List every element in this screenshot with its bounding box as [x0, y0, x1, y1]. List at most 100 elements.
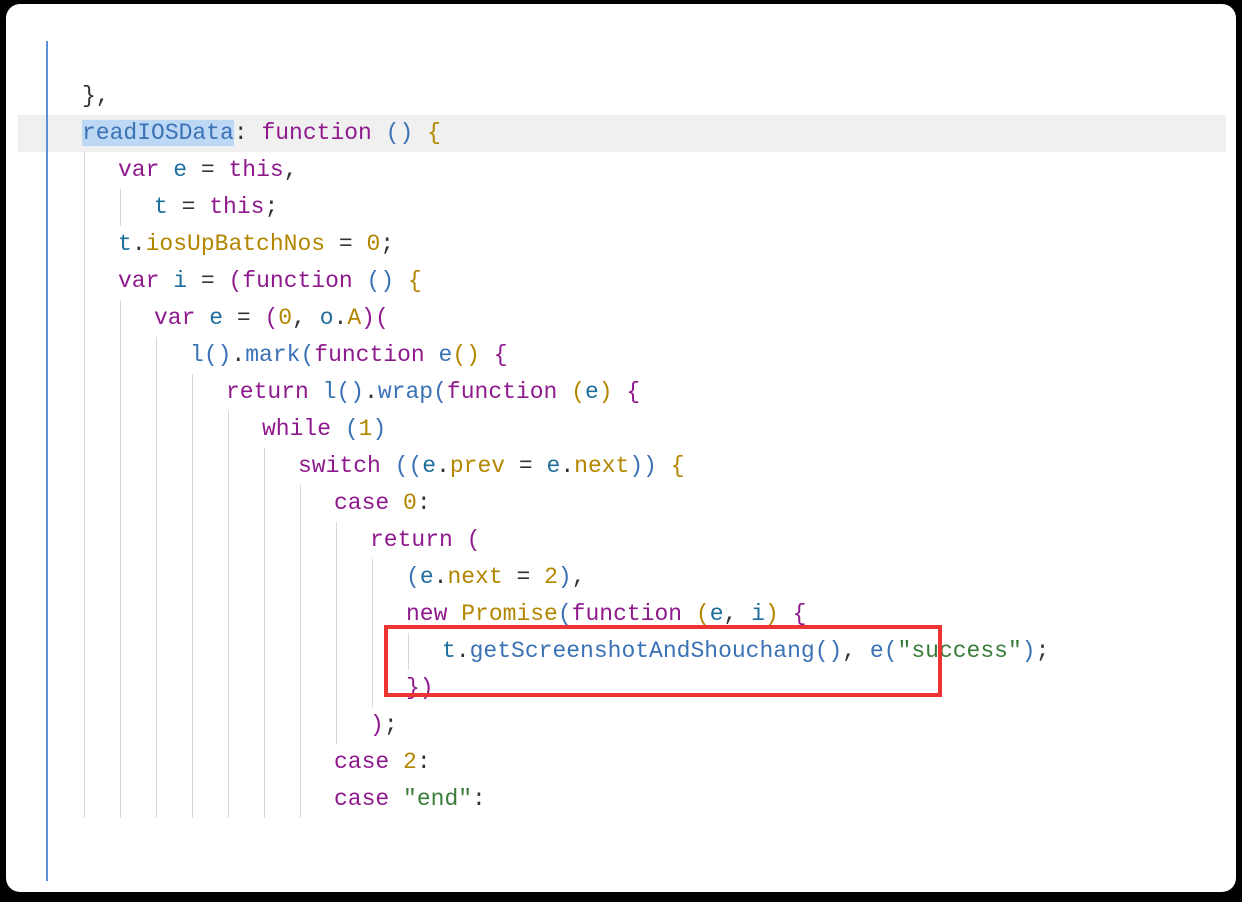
- code-token: 2: [403, 749, 417, 775]
- code-token: .: [560, 453, 574, 479]
- indent-guide: [120, 744, 121, 781]
- indent-guide: [372, 559, 373, 596]
- code-line[interactable]: case 2:: [18, 744, 1226, 781]
- indent-guide: [192, 559, 193, 596]
- indent-guide: [192, 522, 193, 559]
- code-token: ,: [724, 601, 752, 627]
- indent-guide: [156, 411, 157, 448]
- indent-guide: [192, 485, 193, 522]
- indent-guide: [156, 596, 157, 633]
- code-token: 2: [544, 564, 558, 590]
- code-token: i: [173, 268, 187, 294]
- code-token: {: [793, 601, 807, 627]
- code-line[interactable]: );: [18, 707, 1226, 744]
- code-line[interactable]: t.getScreenshotAndShouchang(), e("succes…: [18, 633, 1226, 670]
- code-token: (: [558, 601, 572, 627]
- code-token: ;: [384, 712, 398, 738]
- code-token: next: [447, 564, 502, 590]
- code-token: t: [118, 231, 132, 257]
- indent-guide: [120, 596, 121, 633]
- code-token: [389, 749, 403, 775]
- code-line[interactable]: t.iosUpBatchNos = 0;: [18, 226, 1226, 263]
- code-token: (: [571, 379, 585, 405]
- indent-guide: [264, 448, 265, 485]
- code-token: [425, 342, 439, 368]
- code-token: wrap: [378, 379, 433, 405]
- indent-guide: [228, 707, 229, 744]
- code-line[interactable]: readIOSData: function () {: [18, 115, 1226, 152]
- code-token: var: [118, 157, 159, 183]
- code-token: function: [261, 120, 371, 146]
- indent-guide: [156, 374, 157, 411]
- code-token: "end": [403, 786, 472, 812]
- code-token: function: [447, 379, 557, 405]
- indent-guide: [336, 596, 337, 633]
- code-token: e: [710, 601, 724, 627]
- code-token: ,: [842, 638, 870, 664]
- code-line[interactable]: case 0:: [18, 485, 1226, 522]
- code-token: [309, 379, 323, 405]
- indent-guide: [120, 189, 121, 226]
- code-token: e: [420, 564, 434, 590]
- indent-guide: [84, 226, 85, 263]
- code-token: [682, 601, 696, 627]
- code-token: [453, 527, 467, 553]
- indent-guide: [228, 633, 229, 670]
- code-token: (): [815, 638, 843, 664]
- code-line[interactable]: return l().wrap(function (e) {: [18, 374, 1226, 411]
- code-line[interactable]: return (: [18, 522, 1226, 559]
- code-line[interactable]: l().mark(function e() {: [18, 337, 1226, 374]
- indent-guide: [192, 448, 193, 485]
- code-token: .: [436, 453, 450, 479]
- code-token: ;: [1036, 638, 1050, 664]
- indent-guide: [300, 670, 301, 707]
- code-line[interactable]: while (1): [18, 411, 1226, 448]
- indent-guide: [156, 522, 157, 559]
- code-line[interactable]: new Promise(function (e, i) {: [18, 596, 1226, 633]
- code-line[interactable]: case "end":: [18, 781, 1226, 818]
- indent-guide: [228, 744, 229, 781]
- code-token: (: [406, 564, 420, 590]
- code-token: .: [434, 564, 448, 590]
- indent-guide: [300, 596, 301, 633]
- indent-guide: [84, 522, 85, 559]
- indent-guide: [120, 337, 121, 374]
- code-token: switch: [298, 453, 381, 479]
- code-line[interactable]: var e = (0, o.A)(: [18, 300, 1226, 337]
- code-area[interactable]: },readIOSData: function () {var e = this…: [6, 4, 1236, 892]
- code-token: this: [228, 157, 283, 183]
- code-token: e: [439, 342, 453, 368]
- indent-guide: [120, 522, 121, 559]
- indent-guide: [336, 670, 337, 707]
- indent-guide: [264, 596, 265, 633]
- code-token: (: [696, 601, 710, 627]
- code-token: (: [467, 527, 481, 553]
- indent-guide: [156, 448, 157, 485]
- code-token: 0: [278, 305, 292, 331]
- code-token: {: [626, 379, 640, 405]
- code-line[interactable]: (e.next = 2),: [18, 559, 1226, 596]
- code-token: =: [325, 231, 366, 257]
- code-token: ((: [395, 453, 423, 479]
- indent-guide: [84, 189, 85, 226]
- indent-guide: [228, 411, 229, 448]
- code-token: (: [884, 638, 898, 664]
- code-line[interactable]: switch ((e.prev = e.next)) {: [18, 448, 1226, 485]
- code-token: =: [505, 453, 546, 479]
- code-token: ,: [292, 305, 320, 331]
- code-line[interactable]: var i = (function () {: [18, 263, 1226, 300]
- code-line[interactable]: t = this;: [18, 189, 1226, 226]
- indent-guide: [156, 337, 157, 374]
- code-token: t: [154, 194, 168, 220]
- code-token: next: [574, 453, 629, 479]
- code-line[interactable]: },: [18, 78, 1226, 115]
- code-token: var: [154, 305, 195, 331]
- indent-guide: [84, 263, 85, 300]
- code-line[interactable]: }): [18, 670, 1226, 707]
- code-editor-window[interactable]: },readIOSData: function () {var e = this…: [6, 4, 1236, 892]
- indent-guide: [264, 559, 265, 596]
- indent-guide: [156, 485, 157, 522]
- code-token: =: [187, 268, 228, 294]
- code-line[interactable]: var e = this,: [18, 152, 1226, 189]
- code-token: [195, 305, 209, 331]
